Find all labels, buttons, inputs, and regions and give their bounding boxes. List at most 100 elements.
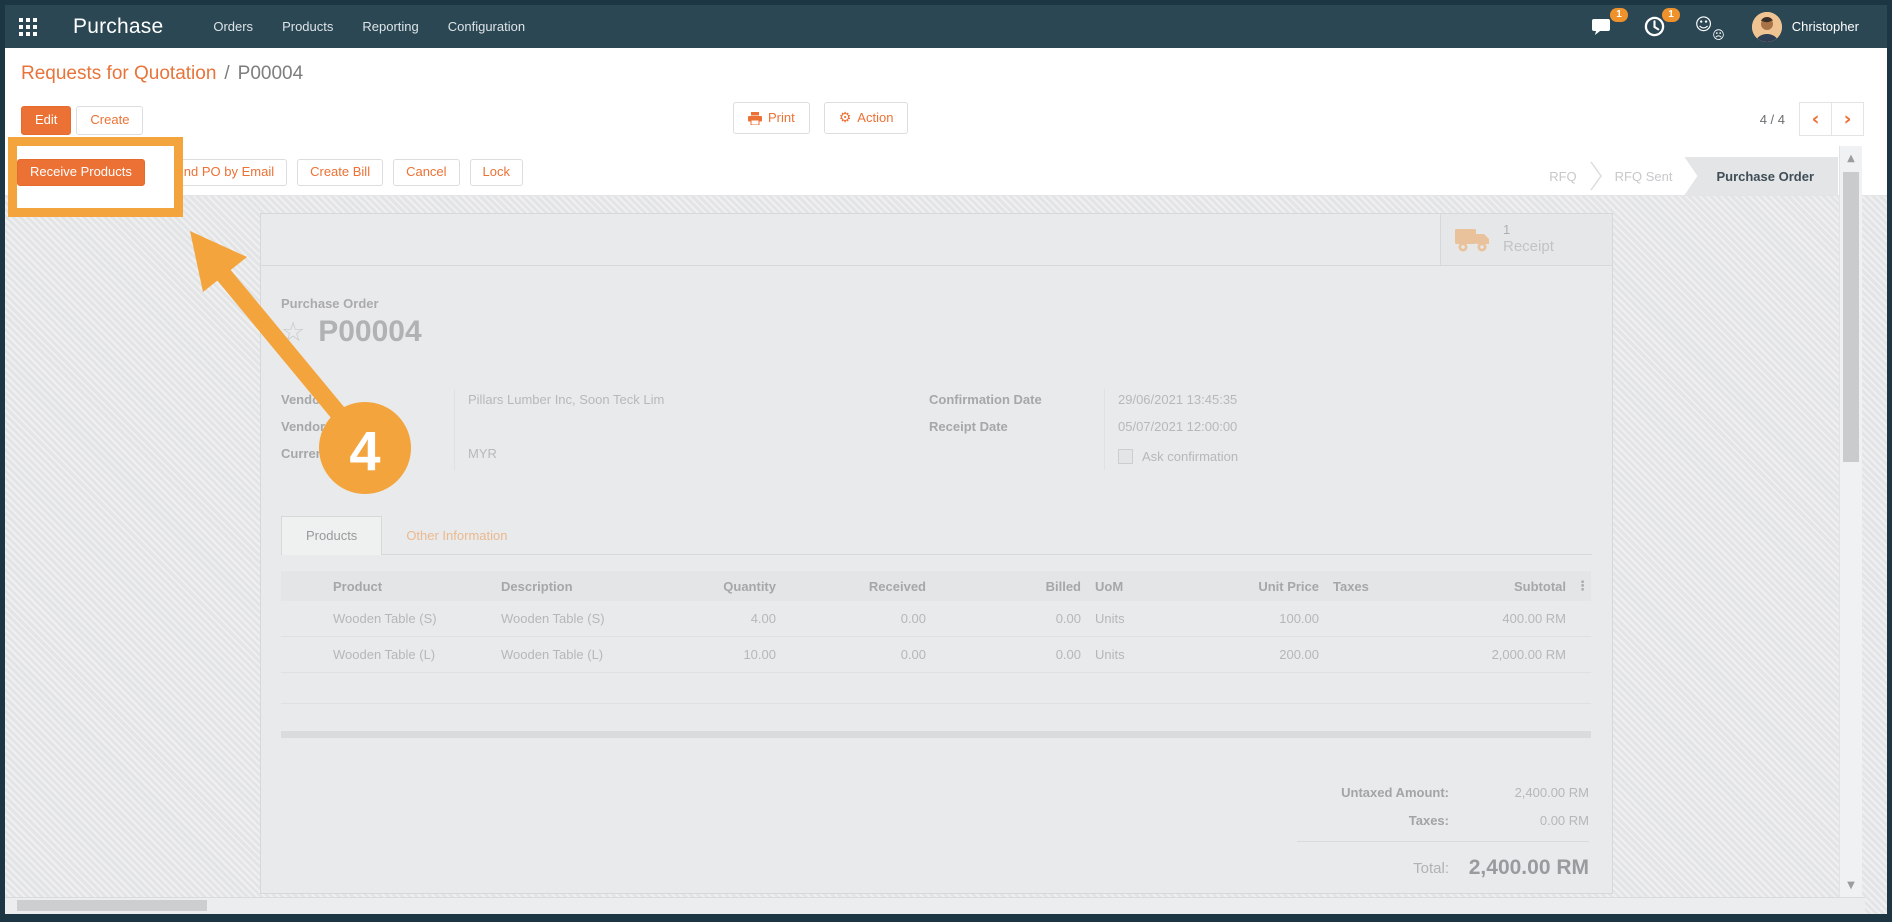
messages-icon[interactable]: 1 <box>1590 7 1628 40</box>
stage-rfq-sent[interactable]: RFQ Sent <box>1615 169 1673 184</box>
table-row[interactable]: Wooden Table (S) Wooden Table (S) 4.00 0… <box>281 601 1591 637</box>
avatar[interactable] <box>1751 11 1782 42</box>
activities-icon[interactable]: 1 <box>1642 7 1680 40</box>
create-bill-button[interactable]: Create Bill <box>297 159 384 186</box>
create-button[interactable]: Create <box>76 106 144 135</box>
col-taxes: Taxes <box>1333 578 1369 594</box>
confirmation-date-label: Confirmation Date <box>929 392 1042 407</box>
cell-unit-price[interactable]: 200.00 <box>1221 647 1327 662</box>
order-lines-table: Product Description Quantity Received Bi… <box>281 571 1591 738</box>
col-subtotal: Subtotal <box>1514 578 1566 594</box>
cell-description[interactable]: Wooden Table (L) <box>489 647 701 662</box>
lock-button[interactable]: Lock <box>469 159 524 186</box>
cell-received[interactable]: 0.00 <box>784 611 934 626</box>
col-uom: UoM <box>1095 578 1124 594</box>
receipt-smart-button[interactable]: 1 Receipt <box>1440 214 1612 265</box>
table-row[interactable]: Wooden Table (L) Wooden Table (L) 10.00 … <box>281 637 1591 673</box>
form-statusbar-row: Receive Products Send PO by Email Create… <box>5 142 1887 196</box>
pager-value: 4 / 4 <box>1759 111 1785 127</box>
cell-uom[interactable]: Units <box>1089 611 1221 626</box>
receipt-count: 1 <box>1503 222 1511 237</box>
chat-bubble-icon <box>1591 18 1610 35</box>
button-box: 1 Receipt <box>261 214 1612 266</box>
cell-subtotal[interactable]: 400.00 RM <box>1401 611 1574 626</box>
cell-received[interactable]: 0.00 <box>784 647 934 662</box>
currency-label: Currency <box>281 446 339 461</box>
ask-confirmation-checkbox[interactable] <box>1118 449 1133 464</box>
vendor-value[interactable]: Pillars Lumber Inc, Soon Teck Lim <box>468 389 929 416</box>
gear-icon: ⚙ <box>838 110 852 126</box>
totals-divider <box>1297 841 1589 842</box>
cell-quantity[interactable]: 10.00 <box>701 647 784 662</box>
receive-products-button[interactable]: Receive Products <box>17 159 145 186</box>
cell-uom[interactable]: Units <box>1089 647 1221 662</box>
apps-menu-icon[interactable] <box>5 5 51 48</box>
col-billed: Billed <box>1045 578 1081 594</box>
vertical-scrollbar-thumb[interactable] <box>1843 172 1859 462</box>
breadcrumb-parent-link[interactable]: Requests for Quotation <box>21 63 216 85</box>
menu-reporting[interactable]: Reporting <box>362 19 418 34</box>
print-action-group: Print ⚙ Action <box>733 102 909 135</box>
ask-confirmation-label: Ask confirmation <box>1142 448 1239 464</box>
stage-rfq[interactable]: RFQ <box>1549 169 1576 184</box>
cell-subtotal[interactable]: 2,000.00 RM <box>1401 647 1574 662</box>
breadcrumb: Requests for Quotation / P00004 <box>5 48 1887 100</box>
app-title: Purchase <box>73 14 164 38</box>
empty-line-area[interactable] <box>281 673 1591 704</box>
page-title: P00004 <box>318 315 422 348</box>
pager-next-button[interactable]: › <box>1832 102 1864 136</box>
scroll-up-icon[interactable]: ▲ <box>1840 148 1862 168</box>
cell-product[interactable]: Wooden Table (S) <box>321 611 489 626</box>
horizontal-scrollbar-thumb[interactable] <box>17 900 207 911</box>
user-name[interactable]: Christopher <box>1792 19 1859 34</box>
horizontal-scrollbar[interactable] <box>5 897 1865 914</box>
content-area: 1 Receipt Purchase Order ☆ P00004 Vendor… <box>5 196 1887 914</box>
action-label: Action <box>857 109 894 125</box>
field-group-right: Confirmation Date Receipt Date 29/06/202… <box>929 389 1592 470</box>
app-menu: Orders Products Reporting Configuration <box>213 19 525 34</box>
edit-button[interactable]: Edit <box>21 106 72 135</box>
stage-purchase-order[interactable]: Purchase Order <box>1684 157 1838 195</box>
receipt-label: Receipt <box>1503 238 1554 256</box>
cell-quantity[interactable]: 4.00 <box>701 611 784 626</box>
cell-unit-price[interactable]: 100.00 <box>1221 611 1327 626</box>
favorite-star-icon[interactable]: ☆ <box>281 319 305 346</box>
cell-product[interactable]: Wooden Table (L) <box>321 647 489 662</box>
notebook-tabs: Products Other Information <box>281 512 1592 555</box>
tab-products[interactable]: Products <box>281 516 383 555</box>
menu-configuration[interactable]: Configuration <box>448 19 525 34</box>
receipt-date-value: 05/07/2021 12:00:00 <box>1118 419 1238 434</box>
taxes-value: 0.00 RM <box>1539 812 1589 828</box>
vendor-reference-label: Vendor Reference <box>281 419 392 434</box>
menu-products[interactable]: Products <box>282 19 333 34</box>
printer-icon <box>748 111 762 125</box>
cell-description[interactable]: Wooden Table (S) <box>489 611 701 626</box>
cell-billed[interactable]: 0.00 <box>934 611 1089 626</box>
field-group-left: Vendor Vendor Reference Currency Pillars… <box>281 389 929 470</box>
tab-other-information[interactable]: Other Information <box>382 517 531 554</box>
edit-create-group: Edit Create <box>21 106 144 135</box>
action-button[interactable]: ⚙ Action <box>823 102 909 135</box>
column-options-icon[interactable]: ⋮ <box>1574 579 1591 594</box>
table-header: Product Description Quantity Received Bi… <box>281 571 1591 601</box>
control-panel: Edit Create Print ⚙ Action 4 / 4 ‹ › <box>5 100 1887 142</box>
print-button[interactable]: Print <box>733 102 810 135</box>
currency-value[interactable]: MYR <box>468 443 929 470</box>
total-value: 2,400.00 RM <box>1468 856 1589 879</box>
table-footer-divider <box>281 731 1591 738</box>
menu-orders[interactable]: Orders <box>213 19 253 34</box>
vertical-scrollbar[interactable]: ▲ ▼ <box>1839 146 1862 897</box>
col-quantity: Quantity <box>723 578 776 594</box>
cell-billed[interactable]: 0.00 <box>934 647 1089 662</box>
scroll-down-icon[interactable]: ▼ <box>1840 875 1862 895</box>
mood-icon[interactable]: ☺ ☹ <box>1694 14 1726 42</box>
pager-previous-button[interactable]: ‹ <box>1799 102 1832 136</box>
pager: 4 / 4 ‹ › <box>1760 102 1864 136</box>
untaxed-amount-value: 2,400.00 RM <box>1514 784 1589 800</box>
cancel-button[interactable]: Cancel <box>393 159 460 186</box>
purchase-order-page: Purchase Orders Products Reporting Confi… <box>0 0 1892 922</box>
document-type-label: Purchase Order <box>281 296 379 311</box>
col-description: Description <box>501 578 573 594</box>
breadcrumb-current: P00004 <box>237 63 304 84</box>
untaxed-amount-label: Untaxed Amount: <box>1341 784 1449 800</box>
